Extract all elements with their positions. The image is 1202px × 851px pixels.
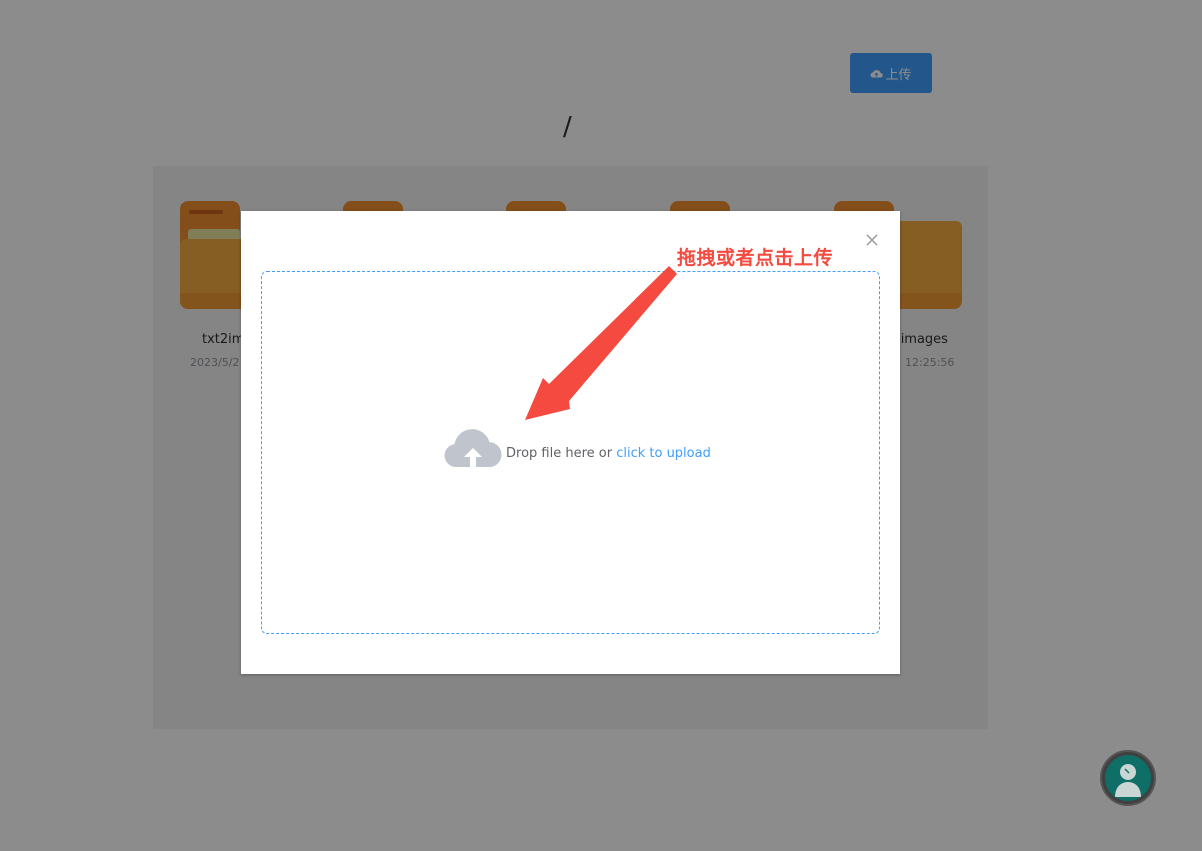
annotation-label: 拖拽或者点击上传 <box>677 247 834 269</box>
click-to-upload-link[interactable]: click to upload <box>616 446 711 461</box>
assistant-button[interactable] <box>1100 750 1156 806</box>
cloud-upload-icon <box>444 429 502 467</box>
upload-dialog: Drop file here or click to upload <box>241 211 900 674</box>
close-icon[interactable] <box>865 233 879 247</box>
avatar-icon <box>1105 755 1151 801</box>
dropzone-text: Drop file here or <box>506 445 617 461</box>
upload-dropzone[interactable]: Drop file here or click to upload <box>261 271 880 634</box>
